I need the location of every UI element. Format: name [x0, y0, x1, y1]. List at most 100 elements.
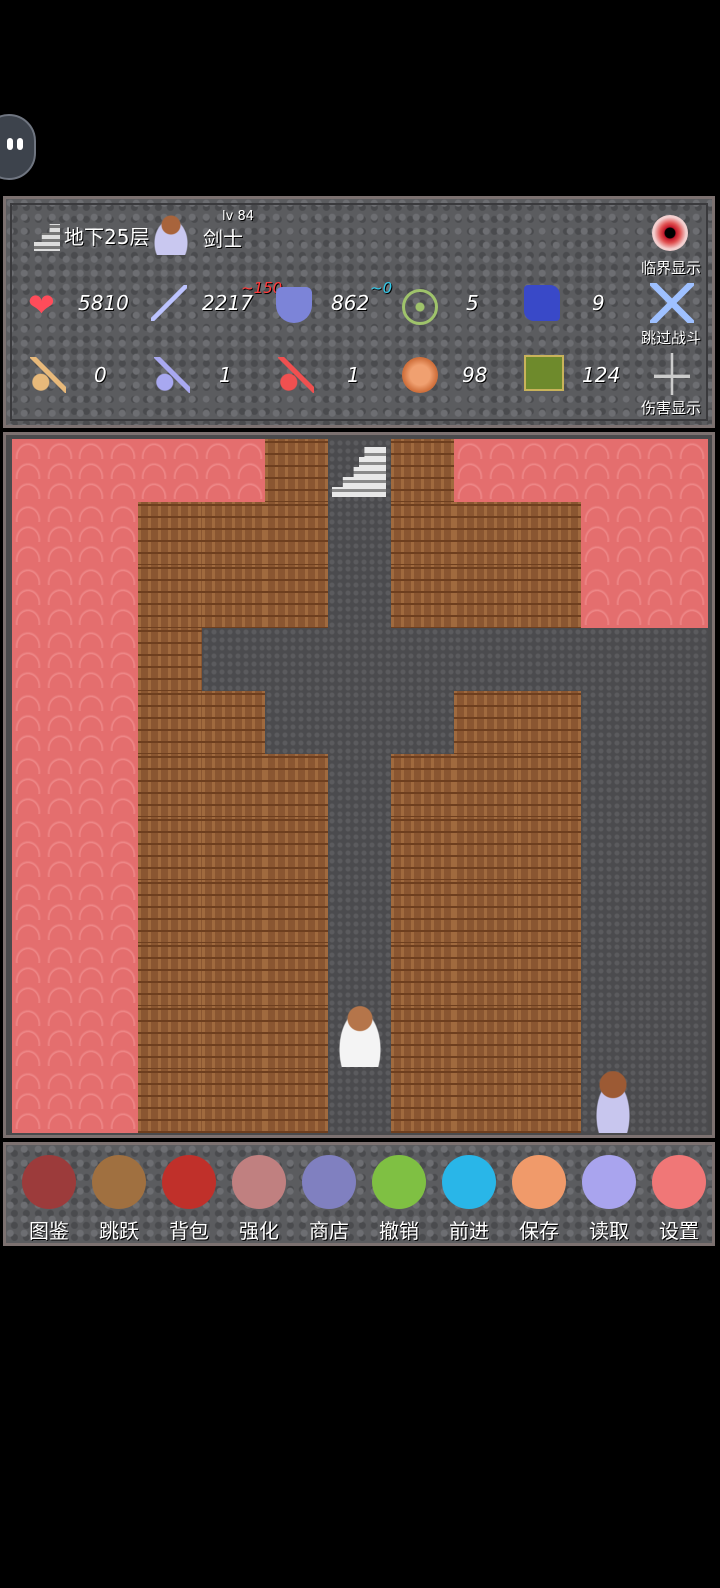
brick-tile	[391, 439, 456, 503]
settings-icon	[652, 1155, 706, 1209]
shop-icon	[302, 1155, 356, 1209]
stone-tile	[264, 691, 329, 755]
brick-tile	[454, 943, 519, 1007]
brick-tile	[264, 943, 329, 1007]
float-eye-left	[7, 138, 13, 150]
brick-tile	[264, 817, 329, 881]
brick-tile	[264, 880, 329, 944]
speed-value: 9	[592, 291, 605, 315]
heart-icon: ❤	[28, 286, 55, 324]
lava-tile	[75, 1069, 140, 1133]
hero-sprite-icon	[591, 1071, 635, 1133]
brick-tile	[517, 691, 582, 755]
stone-tile	[328, 565, 392, 629]
brick-tile	[517, 565, 582, 629]
stone-tile	[644, 628, 708, 692]
damage-display-button[interactable]: 伤害显示	[636, 397, 706, 418]
brick-tile	[454, 754, 519, 818]
toolbar-label: 读取	[589, 1219, 629, 1243]
game-map[interactable]	[3, 432, 715, 1138]
brick-tile	[138, 1006, 203, 1070]
brick-tile	[264, 754, 329, 818]
lava-tile	[12, 565, 76, 629]
brick-tile	[454, 1069, 519, 1133]
brick-tile	[391, 754, 456, 818]
toolbar-shop-button[interactable]: 商店	[294, 1155, 364, 1244]
toolbar-settings-button[interactable]: 设置	[644, 1155, 714, 1244]
brick-tile	[517, 754, 582, 818]
brick-tile	[264, 1069, 329, 1133]
brick-tile	[454, 565, 519, 629]
stone-tile	[264, 628, 329, 692]
brick-tile	[454, 502, 519, 566]
brick-tile	[391, 880, 456, 944]
stone-tile	[644, 1069, 708, 1133]
stone-tile	[644, 880, 708, 944]
candelabra-icon	[654, 353, 690, 395]
brick-tile	[454, 1006, 519, 1070]
brick-tile	[391, 1006, 456, 1070]
brick-tile	[391, 817, 456, 881]
stone-tile	[391, 628, 456, 692]
toolbar-redo-button[interactable]: 前进	[434, 1155, 504, 1244]
exp-book-icon	[524, 355, 564, 391]
skip-battle-button[interactable]: 跳过战斗	[636, 327, 706, 348]
blue-key-icon	[154, 357, 190, 393]
lava-tile	[12, 502, 76, 566]
lava-tile	[12, 439, 76, 503]
brick-tile	[201, 943, 266, 1007]
toolbar-load-button[interactable]: 读取	[574, 1155, 644, 1244]
floating-menu-button[interactable]	[0, 114, 36, 180]
toolbar-label: 前进	[449, 1219, 489, 1243]
gold-coin-icon	[402, 357, 438, 393]
toolbar-label: 强化	[239, 1219, 279, 1243]
fairy-npc-icon[interactable]	[336, 1005, 384, 1067]
brick-tile	[517, 880, 582, 944]
brick-tile	[138, 691, 203, 755]
brick-tile	[138, 754, 203, 818]
crossed-swords-icon	[650, 283, 694, 323]
lava-tile	[12, 691, 76, 755]
brick-tile	[138, 943, 203, 1007]
critical-display-button[interactable]: 临界显示	[636, 257, 706, 278]
toolbar-jump-staff-button[interactable]: 跳跃	[84, 1155, 154, 1244]
level-label: lv 84	[222, 209, 254, 224]
toolbar-fairy-button[interactable]: 强化	[224, 1155, 294, 1244]
stone-tile	[328, 1069, 392, 1133]
brick-tile	[201, 1069, 266, 1133]
floor-label: 地下25层	[64, 225, 150, 249]
fairy-icon	[232, 1155, 286, 1209]
shield-icon	[276, 287, 312, 323]
mdef-value: 5	[466, 291, 479, 315]
hp-value: 5810	[78, 291, 129, 315]
hero-portrait-icon	[151, 215, 191, 255]
toolbar-monster-book-button[interactable]: 图鉴	[14, 1155, 84, 1244]
save-icon	[512, 1155, 566, 1209]
toolbar-save-button[interactable]: 保存	[504, 1155, 574, 1244]
toolbar-label: 撤销	[379, 1219, 419, 1243]
brick-tile	[201, 817, 266, 881]
sword-icon	[151, 285, 187, 321]
stone-tile	[328, 628, 392, 692]
brick-tile	[201, 691, 266, 755]
toolbar-label: 图鉴	[29, 1219, 69, 1243]
def-bonus: ~0	[370, 279, 393, 297]
brick-tile	[201, 565, 266, 629]
brick-tile	[138, 880, 203, 944]
load-icon	[582, 1155, 636, 1209]
brick-tile	[454, 691, 519, 755]
toolbar-bag-button[interactable]: 背包	[154, 1155, 224, 1244]
stone-tile	[580, 628, 645, 692]
gold-value: 98	[462, 363, 488, 387]
lava-tile	[12, 1006, 76, 1070]
stone-tile	[644, 817, 708, 881]
toolbar-label: 保存	[519, 1219, 559, 1243]
stone-tile	[391, 691, 456, 755]
stone-tile	[328, 754, 392, 818]
brick-tile	[517, 502, 582, 566]
lava-tile	[75, 817, 140, 881]
brick-tile	[454, 880, 519, 944]
toolbar-undo-button[interactable]: 撤销	[364, 1155, 434, 1244]
brick-tile	[138, 628, 203, 692]
eye-icon	[652, 215, 688, 251]
